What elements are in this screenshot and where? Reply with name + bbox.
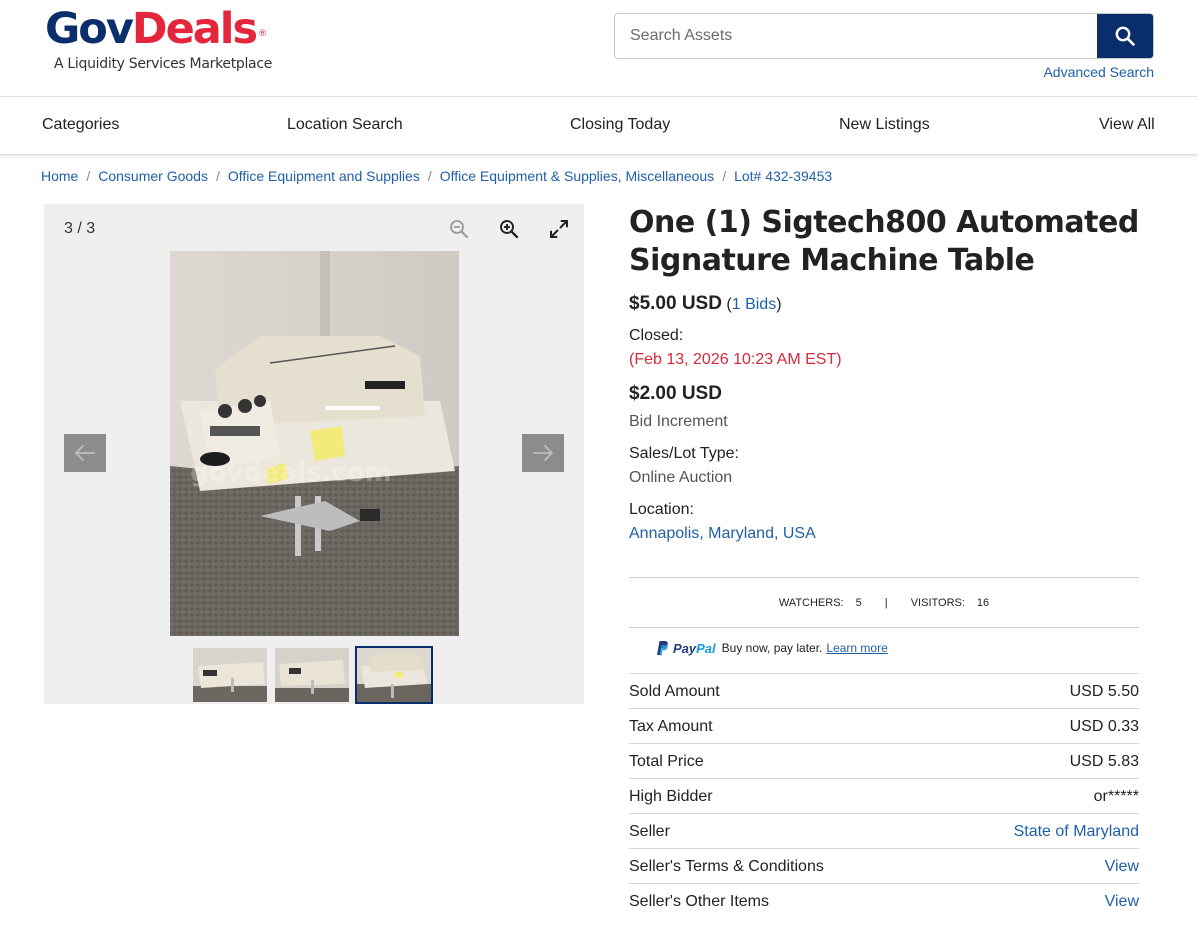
bid-count: (1 Bids) [721,296,782,313]
logo-deals-text: Deals [131,4,258,54]
search-button[interactable] [1097,14,1153,58]
watchers-label: WATCHERS: [778,597,844,609]
tax-amount-label: Tax Amount [629,717,713,735]
seller-other-items-view-link[interactable]: View [1105,893,1139,911]
paypal-icon [657,641,668,656]
current-price: $5.00 USD [629,293,722,314]
nav-categories[interactable]: Categories [42,116,119,134]
paypal-wordmark: PayPal [673,641,716,656]
search-form [614,13,1154,59]
image-counter: 3 / 3 [64,220,96,237]
zoom-out-icon[interactable] [447,217,471,241]
paypal-wordmark-pal: Pal [696,640,716,656]
summary-row-high-bidder: High Bidder or***** [629,778,1139,813]
paypal-text: Buy now, pay later. [721,641,823,655]
total-price-value: USD 5.83 [1069,752,1139,770]
watchers-count: 5 [855,597,862,609]
seller-other-items-label: Seller's Other Items [629,892,769,910]
prev-image-button[interactable] [64,434,106,472]
logo-tagline: A Liquidity Services Marketplace [54,56,273,72]
nav-new-listings[interactable]: New Listings [839,116,930,134]
summary-row-other-items: Seller's Other Items View [629,883,1139,918]
main-product-image[interactable]: govdeals.com [170,251,459,636]
stats-separator: | [884,597,888,609]
arrow-left-icon [74,445,95,461]
tax-amount-value: USD 0.33 [1069,717,1139,735]
breadcrumb: Home / Consumer Goods / Office Equipment and… [41,168,832,184]
thumbnail-2[interactable] [275,648,349,702]
bid-count-open: ( [721,296,732,313]
fullscreen-icon[interactable] [547,217,571,241]
nav-location-search[interactable]: Location Search [287,116,403,134]
nav-view-all[interactable]: View All [1099,116,1155,134]
paypal-learn-more-link[interactable]: Learn more [826,641,887,655]
seller-terms-view-link[interactable]: View [1105,858,1139,876]
price-summary-table: Sold Amount USD 5.50 Tax Amount USD 0.33… [629,673,1139,918]
logo-wordmark: GovDeals ® [45,6,267,52]
high-bidder-label: High Bidder [629,787,713,805]
seller-link[interactable]: State of Maryland [1014,823,1139,841]
main-nav: Categories Location Search Closing Today… [0,97,1198,155]
total-price-label: Total Price [629,752,704,770]
breadcrumb-separator: / [215,168,220,184]
visitors-count: 16 [976,597,990,609]
closed-label: Closed: [629,327,684,344]
nav-closing-today[interactable]: Closing Today [570,116,670,134]
thumbnail-1[interactable] [193,648,267,702]
sold-amount-value: USD 5.50 [1069,682,1139,700]
lot-stats: WATCHERS: 5 | VISITORS: 16 [629,577,1139,628]
closed-date: (Feb 13, 2026 10:23 AM EST) [629,351,842,368]
thumbnail-3[interactable] [355,646,433,704]
bid-increment-value: $2.00 USD [629,383,722,404]
summary-row-tax-amount: Tax Amount USD 0.33 [629,708,1139,743]
site-header: GovDeals ® A Liquidity Services Marketpla… [0,0,1198,97]
bids-link[interactable]: 1 Bids [732,296,776,313]
search-input[interactable] [615,14,1099,58]
logo-gov-text: Gov [45,4,134,54]
summary-row-sold-amount: Sold Amount USD 5.50 [629,673,1139,708]
next-image-button[interactable] [522,434,564,472]
location-link[interactable]: Annapolis, Maryland, USA [629,525,816,543]
summary-row-terms: Seller's Terms & Conditions View [629,848,1139,883]
paypal-wordmark-pay: Pay [673,640,697,656]
bid-count-close: ) [776,296,782,313]
breadcrumb-home[interactable]: Home [41,168,78,184]
paypal-banner: PayPal Buy now, pay later. Learn more [655,640,888,656]
govdeals-logo[interactable]: GovDeals ® A Liquidity Services Marketpla… [45,6,272,72]
image-watermark: govdeals.com [190,458,392,488]
sold-amount-label: Sold Amount [629,682,720,700]
location-label: Location: [629,501,694,518]
zoom-in-icon[interactable] [497,217,521,241]
visitors-label: VISITORS: [910,597,965,609]
breadcrumb-lot[interactable]: Lot# 432-39453 [734,168,832,184]
high-bidder-value: or***** [1093,787,1139,805]
breadcrumb-consumer-goods[interactable]: Consumer Goods [98,168,208,184]
breadcrumb-office-misc[interactable]: Office Equipment & Supplies, Miscellaneo… [440,168,714,184]
bid-increment-label: Bid Increment [629,413,728,430]
breadcrumb-separator: / [86,168,91,184]
sales-type-value: Online Auction [629,469,733,486]
summary-row-seller: Seller State of Maryland [629,813,1139,848]
breadcrumb-separator: / [722,168,727,184]
seller-terms-label: Seller's Terms & Conditions [629,857,824,875]
logo-registered-mark: ® [258,29,268,39]
summary-row-total-price: Total Price USD 5.83 [629,743,1139,778]
breadcrumb-separator: / [427,168,432,184]
seller-label: Seller [629,822,670,840]
search-icon [1115,26,1135,46]
image-gallery: 3 / 3 govdeals.com [44,204,584,704]
breadcrumb-office-equipment[interactable]: Office Equipment and Supplies [228,168,420,184]
current-price-line: $5.00 USD (1 Bids) [629,293,782,315]
arrow-right-icon [533,445,554,461]
sales-type-label: Sales/Lot Type: [629,445,739,462]
advanced-search-link[interactable]: Advanced Search [1043,64,1154,80]
lot-details: One (1) Sigtech800 Automated Signature M… [629,204,1139,910]
lot-title: One (1) Sigtech800 Automated Signature M… [629,205,1139,278]
